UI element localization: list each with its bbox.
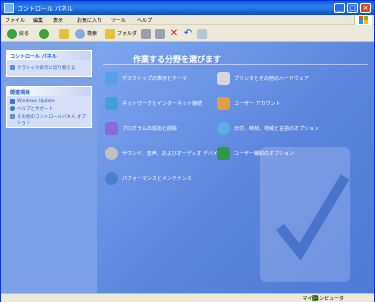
windows-update-icon [10, 99, 15, 104]
menu-favorites[interactable]: お気に入り [77, 17, 102, 24]
printer-icon [217, 72, 230, 85]
sound-icon [105, 147, 118, 160]
see-also-card-header[interactable]: 関連項目 [7, 87, 91, 96]
search-button[interactable]: 検索 [75, 28, 97, 39]
menu-help[interactable]: ヘルプ [137, 17, 152, 24]
search-icon [75, 28, 85, 39]
search-label: 検索 [87, 31, 98, 37]
delete-icon: ✕ [169, 27, 179, 39]
maximize-button[interactable]: □ [347, 3, 358, 13]
category-programs[interactable]: プログラムの追加と削除 [105, 122, 177, 135]
category-label: 日付、時刻、地域と言語のオプション [234, 126, 320, 132]
category-label: パフォーマンスとメンテナンス [122, 176, 192, 182]
forward-button[interactable] [39, 28, 49, 39]
category-sound[interactable]: サウンド、音声、およびオーディオ デバイス [105, 147, 223, 160]
switch-classic-view-label: クラシック表示に切り替える [17, 66, 76, 71]
forward-arrow-icon [39, 28, 49, 39]
category-label: ネットワークとインターネット接続 [122, 101, 203, 107]
back-button[interactable]: 戻る [7, 28, 29, 39]
menu-view[interactable]: 表示 [53, 17, 63, 24]
move-to-icon [141, 28, 151, 39]
category-printers[interactable]: プリンタとその他のハードウェア [217, 72, 309, 85]
category-date-time[interactable]: 日付、時刻、地域と言語のオプション [217, 122, 319, 135]
toolbar: 戻る 検索 フォルダ ✕ ↶ [1, 25, 374, 42]
menu-edit[interactable]: 編集 [33, 17, 43, 24]
globe-icon [217, 122, 230, 135]
windows-update-label: Windows Update [17, 99, 55, 104]
see-also-card: 関連項目 Windows Update ヘルプとサポート その他のコントロールパ… [6, 86, 92, 128]
menu-tools[interactable]: ツール [111, 17, 126, 24]
window-title: コントロール パネル [17, 6, 73, 13]
category-label: サウンド、音声、およびオーディオ デバイス [122, 151, 223, 157]
category-network[interactable]: ネットワークとインターネット接続 [105, 97, 202, 110]
close-button[interactable]: × [360, 3, 371, 13]
task-pane: コントロール パネル クラシック表示に切り替える 関連項目 Windows Up… [1, 42, 97, 293]
copy-to-button[interactable] [155, 28, 165, 39]
accessibility-icon [217, 147, 230, 160]
help-support-label: ヘルプとサポート [17, 107, 53, 112]
display-icon [105, 72, 118, 85]
windows-update-link[interactable]: Windows Update [7, 98, 91, 105]
status-text: マイ コンピュータ [302, 296, 344, 302]
views-button[interactable] [197, 28, 207, 39]
network-icon [105, 97, 118, 110]
category-label: プログラムの追加と削除 [122, 126, 177, 132]
windows-logo-icon [354, 15, 372, 25]
minimize-button[interactable]: _ [334, 3, 345, 13]
category-user-accounts[interactable]: ユーザー アカウント [217, 97, 281, 110]
switch-classic-view-link[interactable]: クラシック表示に切り替える [7, 64, 91, 72]
category-label: デスクトップの表示とテーマ [122, 76, 188, 82]
category-label: プリンタとその他のハードウェア [234, 76, 309, 82]
status-bar: マイ コンピュータ [1, 293, 374, 302]
move-to-button[interactable] [141, 28, 151, 39]
help-support-link[interactable]: ヘルプとサポート [7, 105, 91, 113]
undo-button[interactable]: ↶ [183, 28, 193, 39]
control-panel-card-header[interactable]: コントロール パネル [7, 51, 91, 60]
control-panel-card: コントロール パネル クラシック表示に切り替える [6, 50, 92, 77]
copy-to-icon [155, 28, 165, 39]
users-icon [217, 97, 230, 110]
window: コントロール パネル _ □ × ファイル 編集 表示 お気に入り ツール ヘル… [0, 0, 375, 302]
programs-icon [105, 122, 118, 135]
back-label: 戻る [19, 31, 30, 37]
title-bar[interactable]: コントロール パネル _ □ × [1, 1, 374, 15]
delete-button[interactable]: ✕ [169, 28, 179, 39]
back-arrow-icon [7, 28, 17, 39]
help-icon [10, 106, 15, 111]
views-icon [197, 28, 207, 39]
menu-bar: ファイル 編集 表示 お気に入り ツール ヘルプ [1, 15, 374, 25]
other-options-link[interactable]: その他のコントロールパネル オプション [7, 113, 91, 127]
folders-icon [105, 28, 115, 39]
performance-icon [105, 172, 118, 185]
folders-button[interactable]: フォルダ [105, 28, 137, 39]
category-view: 作業する分野を選びます デスクトップの表示とテーマ プリンタとその他のハードウェ… [97, 42, 374, 293]
category-label: ユーザー アカウント [234, 101, 281, 107]
folders-label: フォルダ [117, 31, 138, 37]
checklist-watermark-icon [260, 147, 350, 282]
control-panel-icon [4, 3, 14, 13]
divider [103, 64, 368, 65]
up-folder-icon [59, 28, 69, 39]
category-appearance[interactable]: デスクトップの表示とテーマ [105, 72, 187, 85]
other-options-icon [10, 114, 15, 119]
menu-file[interactable]: ファイル [5, 17, 25, 24]
undo-icon: ↶ [183, 27, 193, 39]
category-performance[interactable]: パフォーマンスとメンテナンス [105, 172, 192, 185]
classic-view-icon [10, 65, 15, 70]
other-options-label: その他のコントロールパネル オプション [17, 115, 86, 126]
up-button[interactable] [59, 28, 69, 39]
